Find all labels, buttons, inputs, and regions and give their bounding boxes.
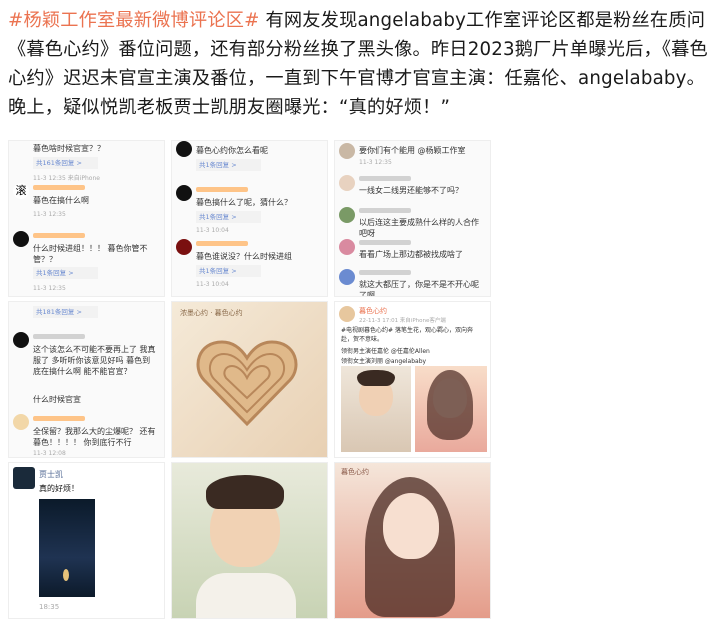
avatar[interactable] <box>176 141 192 157</box>
grid-image-comments-4[interactable]: 共181条回复 > 这个该怎么不可能不要再上了 我真服了 多听听你该意见好吗 暮… <box>8 301 165 458</box>
comment-text: 什么时候进组！！！ 暮色你管不管？？ <box>33 244 148 264</box>
comment-text: 全保留？我那么大的尘爆呢？ 还有暮色！！！！ 你到底行不行 <box>33 427 156 447</box>
announcement-line: #电视剧暮色心约# 落笔生花，观心羁心，双向奔赴，贺不意味。 <box>341 327 473 343</box>
hair-icon <box>427 370 473 440</box>
post-text: #杨颖工作室最新微博评论区# 有网友发现angelababy工作室评论区都是粉丝… <box>8 6 711 122</box>
post-hashtag[interactable]: #杨颖工作室最新微博评论区# <box>8 10 260 31</box>
announcement-line: 领衔女主演刘丽 @angelababy <box>341 358 427 365</box>
hair-icon <box>357 370 395 386</box>
comment-meta: 11-3 12:08 <box>33 450 66 457</box>
avatar[interactable] <box>339 207 355 223</box>
grid-image-comments-2[interactable]: 暮色心约你怎么看呢 共1条回复 > 暮色搞什么了呢，猜什么？ 共1条回复 > 1… <box>171 140 328 297</box>
grid-image-poster-maze[interactable]: 浓墨心约 · 暮色心约 <box>171 301 328 458</box>
username[interactable] <box>33 233 85 238</box>
comment-meta: 11-3 10:04 <box>196 281 229 288</box>
night-sky-image[interactable] <box>39 499 95 597</box>
comment-item: 什么时候官宣 <box>9 394 164 414</box>
username[interactable] <box>359 270 411 275</box>
username[interactable] <box>33 334 85 339</box>
grid-image-actor-male[interactable] <box>171 462 328 619</box>
sweater-icon <box>196 573 296 618</box>
reply-count[interactable]: 共1条回复 > <box>196 159 261 171</box>
comment-item: 暮色谁说没？什么时候进组 共1条回复 > 11-3 10:04 <box>172 239 327 295</box>
comment-item: 要你们有个能用 @杨颖工作室 11-3 12:35 <box>335 141 490 169</box>
reply-count[interactable]: 共1条回复 > <box>33 267 98 279</box>
comment-meta: 11-3 12:35 <box>359 159 392 166</box>
moments-text: 真的好烦！ <box>39 484 79 493</box>
comment-text: 要你们有个能用 @杨颖工作室 <box>359 146 466 155</box>
reply-count[interactable]: 共161条回复 > <box>33 157 98 169</box>
grid-image-actor-female[interactable]: 暮色心约 <box>334 462 491 619</box>
comment-item: 以后连这主要成熟什么样的人合作吧呀 <box>335 205 490 238</box>
comment-item: 全保留？我那么大的尘爆呢？ 还有暮色！！！！ 你到底行不行 11-3 12:08 <box>9 414 164 457</box>
grid-image-moments[interactable]: 贾士凯 真的好烦！ 18:35 <box>8 462 165 619</box>
comment-text: 看看广场上那边都被找成啥了 <box>359 250 463 259</box>
avatar[interactable] <box>176 239 192 255</box>
comment-text: 就这大都压了，你是不是不开心呢了啊 <box>359 280 479 297</box>
reply-count[interactable]: 共181条回复 > <box>33 306 98 318</box>
avatar[interactable] <box>339 175 355 191</box>
image-grid: 暮色啥时候官宣？？ 共161条回复 > 11-3 12:35 来自iPhone … <box>8 140 492 619</box>
comment-text: 暮色谁说没？什么时候进组 <box>196 252 292 261</box>
avatar[interactable] <box>13 332 29 348</box>
avatar[interactable] <box>339 239 355 255</box>
comment-item: 看看广场上那边都被找成啥了 <box>335 237 490 265</box>
comment-text: 以后连这主要成熟什么样的人合作吧呀 <box>359 218 479 238</box>
avatar[interactable] <box>13 414 29 430</box>
comment-meta: 11-3 10:04 <box>196 227 229 234</box>
username[interactable] <box>196 241 248 246</box>
comment-item: 什么时候进组！！！ 暮色你管不管？？ 共1条回复 > 11-3 12:35 <box>9 231 164 296</box>
avatar[interactable] <box>339 269 355 285</box>
avatar[interactable] <box>339 306 355 322</box>
username[interactable] <box>33 185 85 190</box>
comment-item: 一线女二线男还能够不了吗？ <box>335 173 490 201</box>
figure-icon <box>63 569 69 581</box>
comment-meta: 11-3 12:35 <box>33 211 66 218</box>
grid-image-comments-3[interactable]: 要你们有个能用 @杨颖工作室 11-3 12:35 一线女二线男还能够不了吗？ … <box>334 140 491 297</box>
comment-item: 暮色搞什么了呢，猜什么？ 共1条回复 > 11-3 10:04 <box>172 185 327 235</box>
comment-text: 暮色心约你怎么看呢 <box>196 146 268 155</box>
username[interactable] <box>359 240 411 245</box>
username[interactable] <box>359 208 411 213</box>
avatar[interactable] <box>176 185 192 201</box>
avatar[interactable] <box>13 231 29 247</box>
comment-text: 暮色在搞什么啊 <box>33 196 89 205</box>
avatar[interactable] <box>13 467 35 489</box>
actor-photo-female[interactable] <box>415 366 487 452</box>
avatar[interactable] <box>339 143 355 159</box>
poster-caption: 暮色心约 <box>341 468 369 476</box>
reply-count[interactable]: 共1条回复 > <box>196 265 261 277</box>
comment-item: 暮色心约你怎么看呢 共1条回复 > <box>172 141 327 181</box>
moments-author[interactable]: 贾士凯 <box>39 469 63 480</box>
username[interactable] <box>196 187 248 192</box>
avatar[interactable]: 滚 <box>13 183 29 199</box>
comment-text: 暮色搞什么了呢，猜什么？ <box>196 198 292 207</box>
heart-maze-icon <box>196 340 298 427</box>
face-icon <box>383 493 439 559</box>
moments-time: 18:35 <box>39 603 60 611</box>
account-name[interactable]: 暮色心约 <box>359 306 387 316</box>
username[interactable] <box>359 176 411 181</box>
grid-image-announcement[interactable]: 暮色心约 22-11-3 17:01 来自iPhone客户端 #电视剧暮色心约#… <box>334 301 491 458</box>
comment-text: 一线女二线男还能够不了吗？ <box>359 186 463 195</box>
username[interactable] <box>33 416 85 421</box>
comment-item: 这个该怎么不可能不要再上了 我真服了 多听听你该意见好吗 暮色到底在搞什么啊 能… <box>9 332 164 392</box>
actor-photo-male[interactable] <box>341 366 411 452</box>
reply-count[interactable]: 共1条回复 > <box>196 211 261 223</box>
comment-text: 暮色啥时候官宣？？ <box>33 144 105 153</box>
comment-text: 这个该怎么不可能不要再上了 我真服了 多听听你该意见好吗 暮色到底在搞什么啊 能… <box>33 345 156 376</box>
comment-item: 滚 暮色在搞什么啊 11-3 12:35 <box>9 183 164 223</box>
poster-caption: 浓墨心约 · 暮色心约 <box>180 309 243 317</box>
comment-meta: 11-3 12:35 <box>33 285 66 292</box>
grid-image-comments-1[interactable]: 暮色啥时候官宣？？ 共161条回复 > 11-3 12:35 来自iPhone … <box>8 140 165 297</box>
hair-icon <box>206 475 284 509</box>
comment-item: 就这大都压了，你是不是不开心呢了啊 <box>335 267 490 297</box>
announcement-line: 领衔男主演任嘉伦 @任嘉伦Allen <box>341 348 430 355</box>
post-time: 22-11-3 17:01 来自iPhone客户端 <box>359 318 446 324</box>
comment-text: 什么时候官宣 <box>33 395 81 404</box>
